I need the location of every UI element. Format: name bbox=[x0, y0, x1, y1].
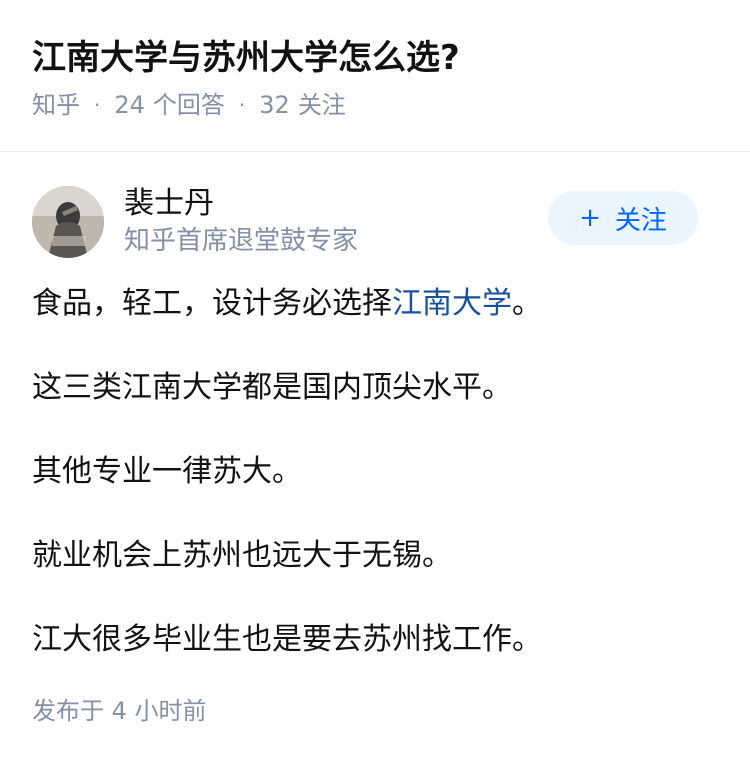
author-name[interactable]: 裴士丹 bbox=[124, 185, 548, 223]
paragraph: 食品，轻工，设计务必选择江南大学。 bbox=[32, 282, 718, 326]
avatar[interactable] bbox=[32, 186, 104, 258]
followers-label[interactable]: 关注 bbox=[298, 88, 346, 122]
followers-count: 32 bbox=[259, 91, 290, 119]
paragraph: 就业机会上苏州也远大于无锡。 bbox=[32, 538, 452, 573]
author-info: 裴士丹 知乎首席退堂鼓专家 bbox=[124, 185, 548, 259]
question-meta: 知乎 · 24 个回答 · 32 关注 bbox=[32, 88, 718, 122]
plus-icon: + bbox=[579, 203, 601, 233]
link-jiangnan-university[interactable]: 江南大学 bbox=[392, 286, 512, 321]
avatar-image-icon bbox=[32, 186, 104, 258]
author-row: 裴士丹 知乎首席退堂鼓专家 + 关注 bbox=[32, 184, 718, 260]
meta-separator: · bbox=[94, 93, 101, 117]
meta-separator: · bbox=[238, 93, 246, 117]
answer-content: 食品，轻工，设计务必选择江南大学。 这三类江南大学都是国内顶尖水平。 其他专业一… bbox=[32, 282, 718, 662]
paragraph-text: 。 bbox=[512, 286, 542, 321]
answers-count: 24 bbox=[114, 91, 145, 119]
paragraph: 其他专业一律苏大。 bbox=[32, 454, 302, 489]
answers-label[interactable]: 个回答 bbox=[153, 88, 225, 122]
paragraph: 这三类江南大学都是国内顶尖水平。 bbox=[32, 370, 512, 405]
divider bbox=[0, 151, 750, 152]
follow-button[interactable]: + 关注 bbox=[548, 191, 698, 245]
question-header: 江南大学与苏州大学怎么选? 知乎 · 24 个回答 · 32 关注 bbox=[0, 0, 750, 119]
question-title[interactable]: 江南大学与苏州大学怎么选? bbox=[32, 34, 718, 82]
paragraph: 江大很多毕业生也是要去苏州找工作。 bbox=[32, 622, 542, 657]
publish-time-value: 4 小时前 bbox=[111, 697, 207, 725]
publish-time: 发布于 4 小时前 bbox=[32, 694, 718, 728]
paragraph-text: 食品，轻工，设计务必选择 bbox=[32, 286, 392, 321]
answer-card: 裴士丹 知乎首席退堂鼓专家 + 关注 食品，轻工，设计务必选择江南大学。 这三类… bbox=[0, 184, 750, 728]
author-headline: 知乎首席退堂鼓专家 bbox=[124, 226, 359, 256]
source-label[interactable]: 知乎 bbox=[32, 88, 80, 122]
publish-label: 发布于 bbox=[32, 697, 104, 725]
follow-button-label: 关注 bbox=[614, 205, 667, 236]
